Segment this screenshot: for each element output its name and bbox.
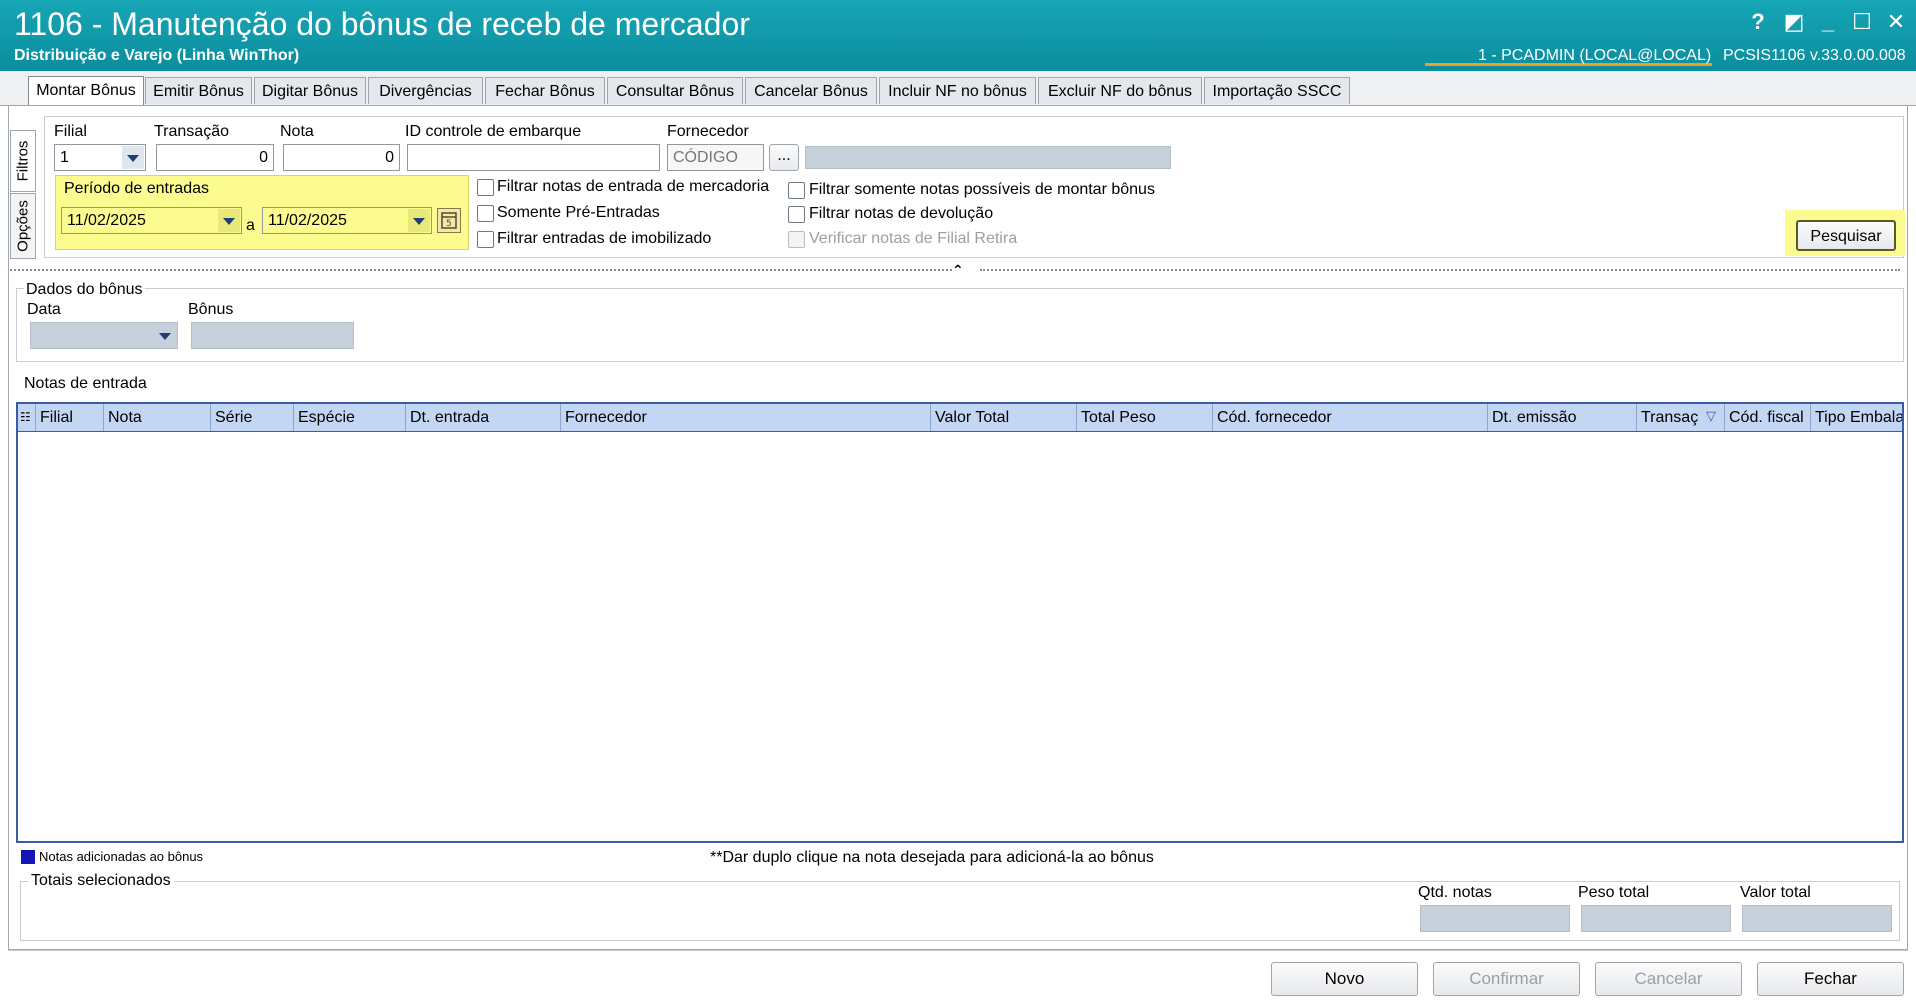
col-dt-emissao[interactable]: Dt. emissão <box>1488 404 1637 431</box>
bonus-number-field <box>191 322 354 349</box>
tab-divergencias[interactable]: Divergências <box>368 77 483 104</box>
checkbox-entrada-mercadoria-label: Filtrar notas de entrada de mercadoria <box>497 178 770 195</box>
bonus-date-label: Data <box>27 301 61 318</box>
fornecedor-name-field <box>805 146 1171 169</box>
fornecedor-label: Fornecedor <box>667 123 749 140</box>
col-cod-fornecedor[interactable]: Cód. fornecedor <box>1213 404 1488 431</box>
date-from-value: 11/02/2025 <box>67 212 146 229</box>
tab-excluir-nf[interactable]: Excluir NF do bônus <box>1038 77 1202 104</box>
nota-input[interactable]: 0 <box>283 144 400 171</box>
checkbox-devolucao[interactable] <box>788 206 805 223</box>
date-from-input[interactable]: 11/02/2025 <box>61 207 242 234</box>
fornecedor-code-input[interactable]: CÓDIGO <box>667 144 764 171</box>
valor-total-label: Valor total <box>1740 884 1811 901</box>
bonus-date-select <box>30 322 178 349</box>
col-especie[interactable]: Espécie <box>294 404 406 431</box>
maximize-icon[interactable]: ☐ <box>1848 8 1876 36</box>
chevron-down-icon[interactable] <box>122 146 144 169</box>
notes-group-label: Notas de entrada <box>24 375 147 392</box>
transacao-input[interactable]: 0 <box>156 144 274 171</box>
chevron-down-icon[interactable] <box>408 209 430 232</box>
help-icon[interactable]: ? <box>1744 8 1772 36</box>
col-tipo-embalagem[interactable]: Tipo Embala <box>1811 404 1902 431</box>
window-subtitle: Distribuição e Varejo (Linha WinThor) <box>14 47 300 64</box>
peso-total-label: Peso total <box>1578 884 1650 901</box>
notes-grid[interactable]: ☷ Filial Nota Série Espécie Dt. entrada … <box>16 402 1904 843</box>
checkbox-entrada-mercadoria[interactable] <box>477 179 494 196</box>
calendar-icon[interactable]: 5 <box>437 208 461 233</box>
checkbox-imobilizado-label: Filtrar entradas de imobilizado <box>497 230 712 247</box>
nota-label: Nota <box>280 123 314 140</box>
qtd-notas-field <box>1420 905 1570 932</box>
tab-importacao-sscc[interactable]: Importação SSCC <box>1204 77 1350 104</box>
novo-button[interactable]: Novo <box>1271 962 1418 996</box>
confirmar-button: Confirmar <box>1433 962 1580 996</box>
double-click-hint: **Dar duplo clique na nota desejada para… <box>710 849 1154 866</box>
tab-consultar-bonus[interactable]: Consultar Bônus <box>607 77 743 104</box>
col-filial[interactable]: Filial <box>36 404 104 431</box>
tab-fechar-bonus[interactable]: Fechar Bônus <box>485 77 605 104</box>
minimize-icon[interactable]: _ <box>1814 8 1842 36</box>
column-chooser-icon[interactable]: ☷ <box>18 404 36 431</box>
col-dt-entrada[interactable]: Dt. entrada <box>406 404 561 431</box>
legend-color-swatch <box>21 850 35 864</box>
checkbox-montar-bonus-label: Filtrar somente notas possíveis de monta… <box>809 181 1155 198</box>
col-valor-total[interactable]: Valor Total <box>931 404 1077 431</box>
date-to-input[interactable]: 11/02/2025 <box>262 207 432 234</box>
filial-label: Filial <box>54 123 87 140</box>
qtd-notas-label: Qtd. notas <box>1418 884 1492 901</box>
checkbox-pre-entradas[interactable] <box>477 205 494 222</box>
date-to-value: 11/02/2025 <box>268 212 347 229</box>
col-cod-fiscal[interactable]: Cód. fiscal <box>1725 404 1811 431</box>
fornecedor-lookup-button[interactable]: ... <box>769 144 799 171</box>
col-nota[interactable]: Nota <box>104 404 211 431</box>
tab-emitir-bonus[interactable]: Emitir Bônus <box>145 77 252 104</box>
tab-digitar-bonus[interactable]: Digitar Bônus <box>254 77 366 104</box>
filter-icon[interactable]: ▽ <box>1706 408 1716 424</box>
bonus-number-label: Bônus <box>188 301 234 318</box>
filial-value: 1 <box>60 149 69 166</box>
tab-montar-bonus[interactable]: Montar Bônus <box>28 76 144 105</box>
legend-text: Notas adicionadas ao bônus <box>39 849 204 864</box>
totals-group-label: Totais selecionados <box>28 872 174 890</box>
fechar-button[interactable]: Fechar <box>1757 962 1904 996</box>
date-separator: a <box>246 217 255 234</box>
peso-total-field <box>1581 905 1731 932</box>
transacao-label: Transação <box>154 123 229 140</box>
svg-text:5: 5 <box>446 219 452 229</box>
cancelar-button: Cancelar <box>1595 962 1742 996</box>
collapse-icon[interactable]: ⌃ <box>952 262 964 279</box>
col-fornecedor[interactable]: Fornecedor <box>561 404 931 431</box>
window-title: 1106 - Manutenção do bônus de receb de m… <box>14 6 750 42</box>
edit-window-icon[interactable]: ◩ <box>1780 8 1808 36</box>
embarque-label: ID controle de embarque <box>405 123 582 140</box>
periodo-label: Período de entradas <box>64 180 209 197</box>
checkbox-filial-retira-label: Verificar notas de Filial Retira <box>809 230 1018 247</box>
col-total-peso[interactable]: Total Peso <box>1077 404 1213 431</box>
close-icon[interactable]: ✕ <box>1882 8 1910 36</box>
col-serie[interactable]: Série <box>211 404 294 431</box>
side-tab-opcoes[interactable]: Opções <box>10 193 36 259</box>
tab-cancelar-bonus[interactable]: Cancelar Bônus <box>745 77 877 104</box>
side-tab-filtros[interactable]: Filtros <box>10 130 36 192</box>
checkbox-pre-entradas-label: Somente Pré-Entradas <box>497 204 660 221</box>
grid-header: ☷ Filial Nota Série Espécie Dt. entrada … <box>18 404 1902 432</box>
chevron-down-icon <box>154 324 176 347</box>
valor-total-field <box>1742 905 1892 932</box>
tab-incluir-nf[interactable]: Incluir NF no bônus <box>879 77 1036 104</box>
chevron-down-icon[interactable] <box>218 209 240 232</box>
filial-select[interactable]: 1 <box>54 144 146 171</box>
version-info: PCSIS1106 v.33.0.00.008 <box>1723 47 1906 64</box>
checkbox-imobilizado[interactable] <box>477 231 494 248</box>
checkbox-montar-bonus[interactable] <box>788 182 805 199</box>
search-button[interactable]: Pesquisar <box>1796 220 1896 251</box>
bonus-data-label: Dados do bônus <box>24 281 145 299</box>
embarque-input[interactable] <box>407 144 660 171</box>
checkbox-filial-retira <box>788 231 805 248</box>
user-info: 1 - PCADMIN (LOCAL@LOCAL) <box>1478 47 1712 64</box>
checkbox-devolucao-label: Filtrar notas de devolução <box>809 205 994 222</box>
